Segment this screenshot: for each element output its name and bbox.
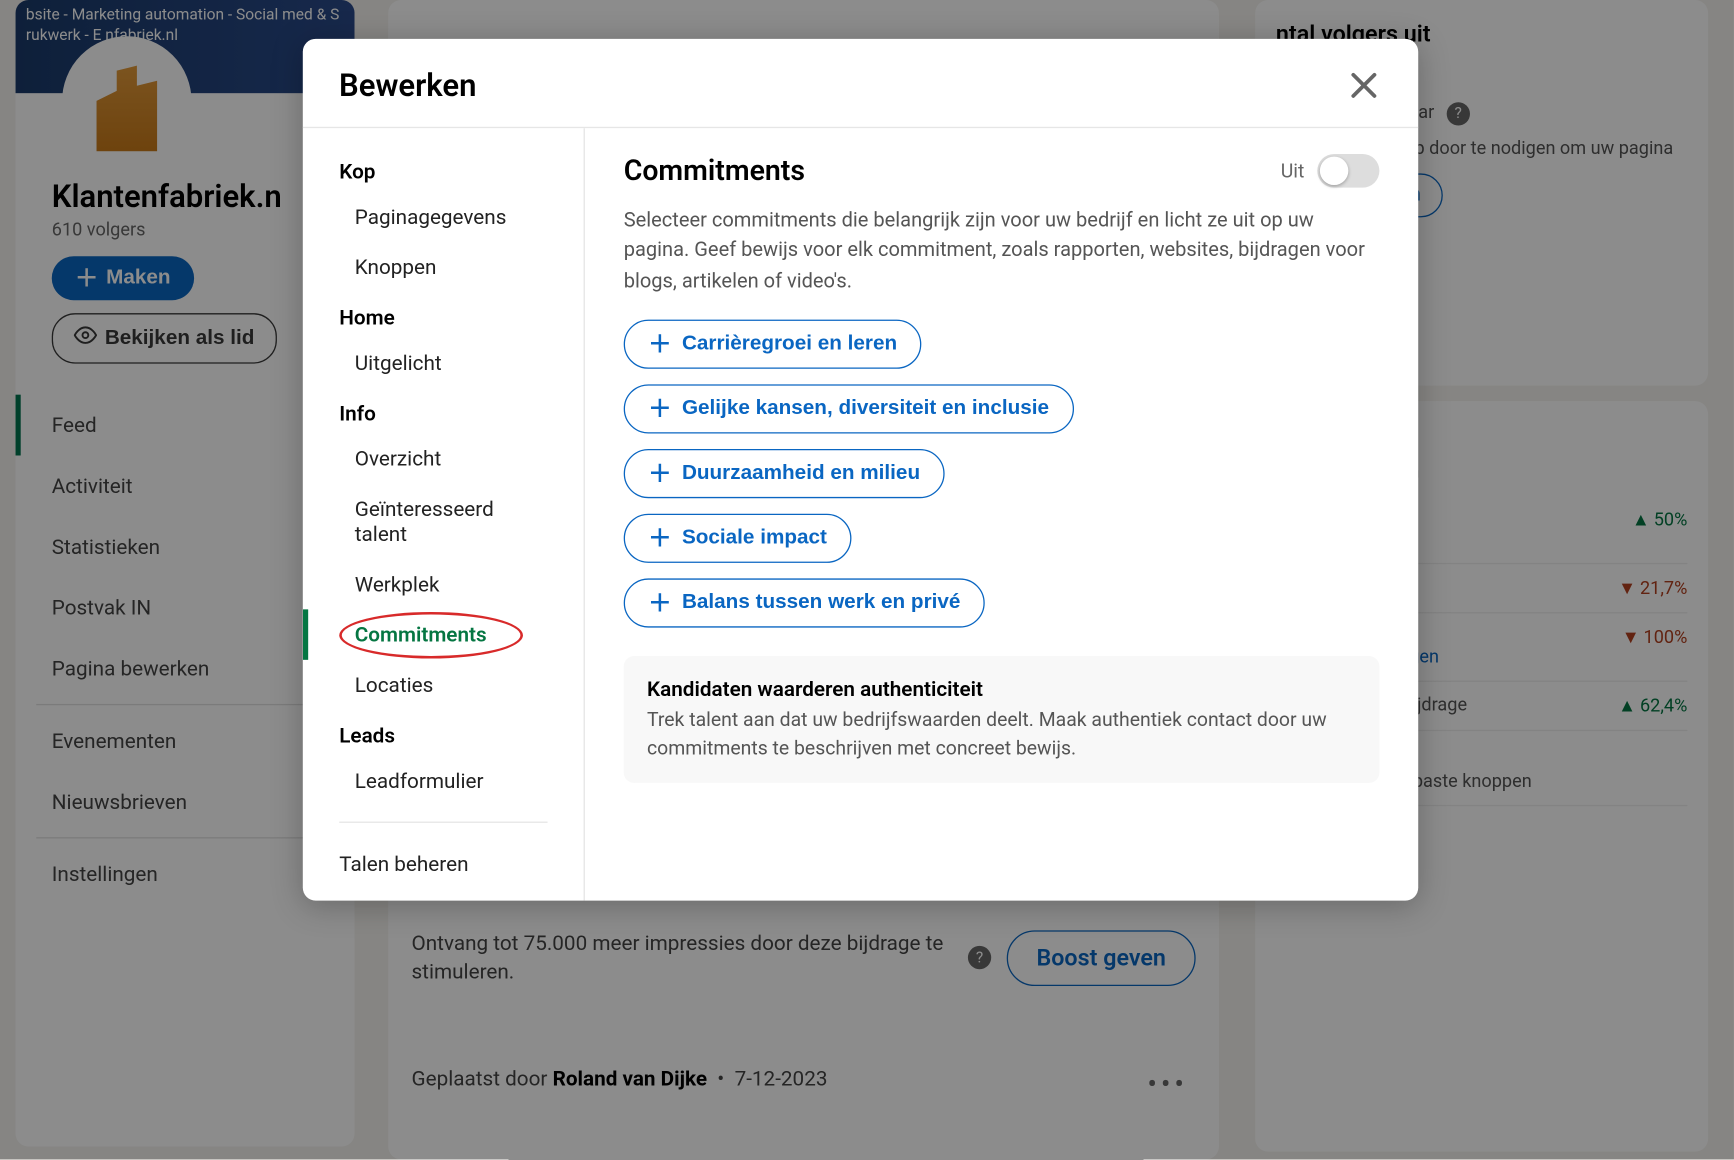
side-link-knoppen[interactable]: Knoppen	[303, 242, 584, 292]
side-link-leadformulier[interactable]: Leadformulier	[303, 756, 584, 806]
side-group-leads: Leads	[303, 710, 584, 755]
modal-title: Bewerken	[339, 67, 476, 103]
modal-content: Commitments Uit Selecteer commitments di…	[585, 128, 1418, 901]
side-link-werkplek[interactable]: Werkplek	[303, 559, 584, 609]
pill-sustainability[interactable]: ＋Duurzaamheid en milieu	[624, 449, 945, 498]
side-link-commitments[interactable]: Commitments	[303, 609, 584, 659]
toggle-label: Uit	[1281, 159, 1305, 182]
side-link-overzicht[interactable]: Overzicht	[303, 433, 584, 483]
side-link-talen[interactable]: Talen beheren	[303, 839, 584, 889]
pill-social-impact[interactable]: ＋Sociale impact	[624, 513, 852, 562]
info-box: Kandidaten waarderen authenticiteit Trek…	[624, 656, 1380, 783]
side-group-home: Home	[303, 292, 584, 337]
plus-icon: ＋	[648, 332, 671, 355]
plus-icon: ＋	[648, 397, 671, 420]
close-icon[interactable]	[1346, 67, 1382, 103]
plus-icon: ＋	[648, 526, 671, 549]
edit-modal: Bewerken Kop Paginagegevens Knoppen Home…	[303, 39, 1418, 901]
side-group-info: Info	[303, 388, 584, 433]
content-desc: Selecteer commitments die belangrijk zij…	[624, 206, 1380, 296]
visibility-toggle[interactable]	[1317, 154, 1379, 188]
content-title: Commitments	[624, 155, 805, 187]
pill-worklife[interactable]: ＋Balans tussen werk en privé	[624, 578, 985, 627]
plus-icon: ＋	[648, 591, 671, 614]
side-group-kop: Kop	[303, 146, 584, 191]
side-link-uitgelicht[interactable]: Uitgelicht	[303, 338, 584, 388]
info-title: Kandidaten waarderen authenticiteit	[647, 676, 1356, 701]
side-link-talent[interactable]: Geïnteresseerd talent	[303, 484, 584, 559]
info-text: Trek talent aan dat uw bedrijfswaarden d…	[647, 706, 1356, 762]
pill-career[interactable]: ＋Carrièregroei en leren	[624, 319, 922, 368]
pill-diversity[interactable]: ＋Gelijke kansen, diversiteit en inclusie	[624, 384, 1074, 433]
side-link-locaties[interactable]: Locaties	[303, 660, 584, 710]
modal-sidebar: Kop Paginagegevens Knoppen Home Uitgelic…	[303, 128, 585, 901]
plus-icon: ＋	[648, 462, 671, 485]
side-link-commitments-label: Commitments	[355, 622, 487, 647]
side-link-paginagegevens[interactable]: Paginagegevens	[303, 192, 584, 242]
